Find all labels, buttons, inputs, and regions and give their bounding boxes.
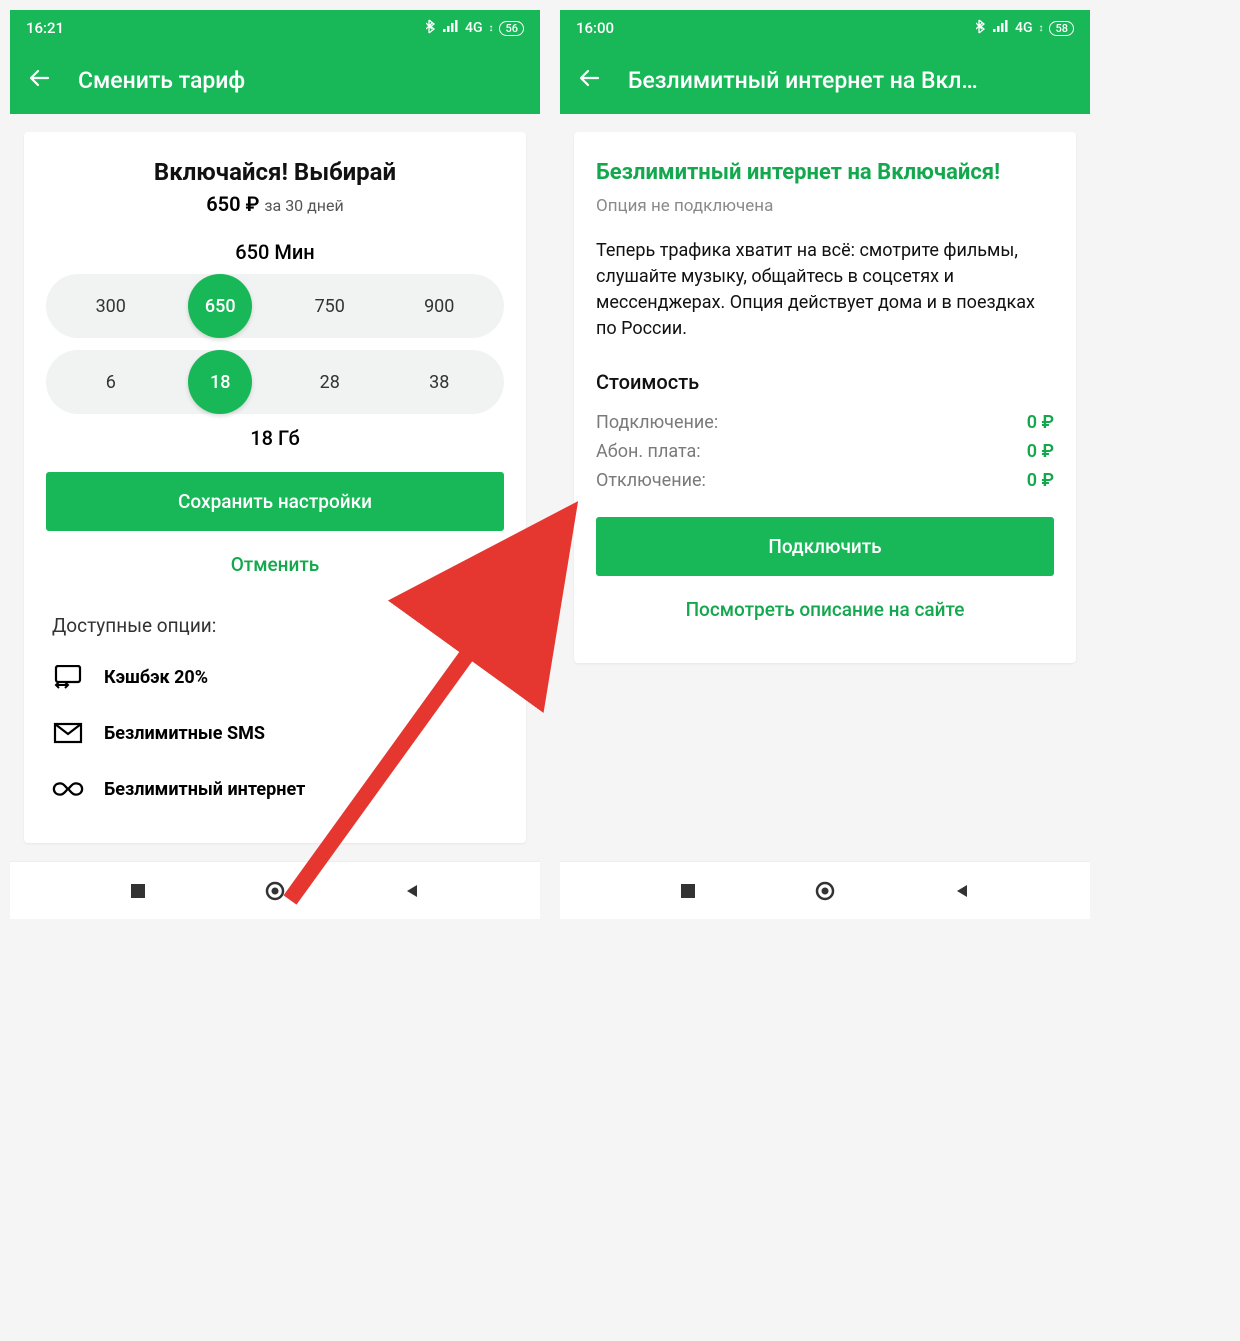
android-nav-bar <box>560 861 1090 919</box>
nav-recent-button[interactable] <box>678 881 698 901</box>
minutes-selector[interactable]: 300 650 750 900 <box>46 274 504 338</box>
back-icon[interactable] <box>578 67 600 93</box>
nav-home-button[interactable] <box>815 881 835 901</box>
nav-recent-button[interactable] <box>128 881 148 901</box>
tariff-price: 650 ₽ за 30 дней <box>46 192 504 216</box>
status-indicators: 4G ↕ 56 <box>426 19 524 38</box>
cancel-button[interactable]: Отменить <box>46 537 504 592</box>
phone-left: 16:21 4G ↕ 56 Сменить тариф Включайся! В… <box>10 10 540 919</box>
back-icon[interactable] <box>28 67 50 93</box>
option-sms[interactable]: Безлимитные SMS <box>46 705 504 761</box>
cost-row-disconnect: Отключение: 0 ₽ <box>596 466 1054 495</box>
minutes-option[interactable]: 300 <box>79 274 143 338</box>
option-status: Опция не подключена <box>596 196 1054 216</box>
gb-option[interactable]: 6 <box>79 350 143 414</box>
option-label: Кэшбэк 20% <box>104 667 208 688</box>
battery-icon: 58 <box>1049 21 1074 36</box>
phone-right: 16:00 4G ↕ 58 Безлимитный интернет на Вк… <box>560 10 1090 919</box>
status-bar: 16:21 4G ↕ 56 <box>10 10 540 46</box>
gb-option-selected[interactable]: 18 <box>188 350 252 414</box>
minutes-option[interactable]: 900 <box>407 274 471 338</box>
gb-selector[interactable]: 6 18 28 38 <box>46 350 504 414</box>
tariff-name: Включайся! Выбирай <box>46 158 504 186</box>
cost-row-monthly: Абон. плата: 0 ₽ <box>596 437 1054 466</box>
option-cashback[interactable]: Кэшбэк 20% <box>46 649 504 705</box>
option-unlimited-internet[interactable]: Безлимитный интернет <box>46 761 504 817</box>
signal-icon <box>443 20 459 36</box>
cost-label: Отключение: <box>596 470 706 491</box>
sms-icon <box>52 719 84 747</box>
bluetooth-icon <box>976 19 987 38</box>
updown-icon: ↕ <box>488 23 493 34</box>
cashback-icon <box>52 663 84 691</box>
price-period: за 30 дней <box>264 196 343 215</box>
app-bar: Безлимитный интернет на Вкл… <box>560 46 1090 114</box>
battery-icon: 56 <box>499 21 524 36</box>
cost-value: 0 ₽ <box>1027 412 1054 433</box>
app-bar: Сменить тариф <box>10 46 540 114</box>
save-button[interactable]: Сохранить настройки <box>46 472 504 531</box>
content-area: Включайся! Выбирай 650 ₽ за 30 дней 650 … <box>10 114 540 861</box>
gb-option[interactable]: 38 <box>407 350 471 414</box>
network-label: 4G <box>465 20 483 36</box>
cost-row-connection: Подключение: 0 ₽ <box>596 408 1054 437</box>
signal-icon <box>993 20 1009 36</box>
page-title: Безлимитный интернет на Вкл… <box>628 67 978 94</box>
cost-label: Подключение: <box>596 412 718 433</box>
minutes-label: 650 Мин <box>46 240 504 264</box>
android-nav-bar <box>10 861 540 919</box>
infinity-icon <box>52 775 84 803</box>
network-label: 4G <box>1015 20 1033 36</box>
page-title: Сменить тариф <box>78 67 245 94</box>
tariff-card: Включайся! Выбирай 650 ₽ за 30 дней 650 … <box>24 132 526 843</box>
option-detail-card: Безлимитный интернет на Включайся! Опция… <box>574 132 1076 663</box>
bluetooth-icon <box>426 19 437 38</box>
minutes-option-selected[interactable]: 650 <box>188 274 252 338</box>
price-value: 650 ₽ <box>206 192 259 216</box>
cost-value: 0 ₽ <box>1027 441 1054 462</box>
connect-button[interactable]: Подключить <box>596 517 1054 576</box>
status-bar: 16:00 4G ↕ 58 <box>560 10 1090 46</box>
view-on-site-link[interactable]: Посмотреть описание на сайте <box>596 582 1054 637</box>
gb-label: 18 Гб <box>46 426 504 450</box>
option-label: Безлимитные SMS <box>104 723 265 744</box>
status-time: 16:00 <box>576 19 614 37</box>
option-description: Теперь трафика хватит на всё: смотрите ф… <box>596 238 1054 342</box>
cost-label: Абон. плата: <box>596 441 701 462</box>
cost-heading: Стоимость <box>596 370 1054 394</box>
cost-value: 0 ₽ <box>1027 470 1054 491</box>
option-title: Безлимитный интернет на Включайся! <box>596 158 1054 188</box>
minutes-option[interactable]: 750 <box>298 274 362 338</box>
nav-back-button[interactable] <box>952 881 972 901</box>
option-label: Безлимитный интернет <box>104 779 305 800</box>
updown-icon: ↕ <box>1038 23 1043 34</box>
gb-option[interactable]: 28 <box>298 350 362 414</box>
selector-block: 650 Мин 300 650 750 900 6 18 28 38 18 Гб <box>46 240 504 450</box>
nav-back-button[interactable] <box>402 881 422 901</box>
content-area: Безлимитный интернет на Включайся! Опция… <box>560 114 1090 861</box>
status-indicators: 4G ↕ 58 <box>976 19 1074 38</box>
nav-home-button[interactable] <box>265 881 285 901</box>
status-time: 16:21 <box>26 19 64 37</box>
options-heading: Доступные опции: <box>52 614 504 637</box>
